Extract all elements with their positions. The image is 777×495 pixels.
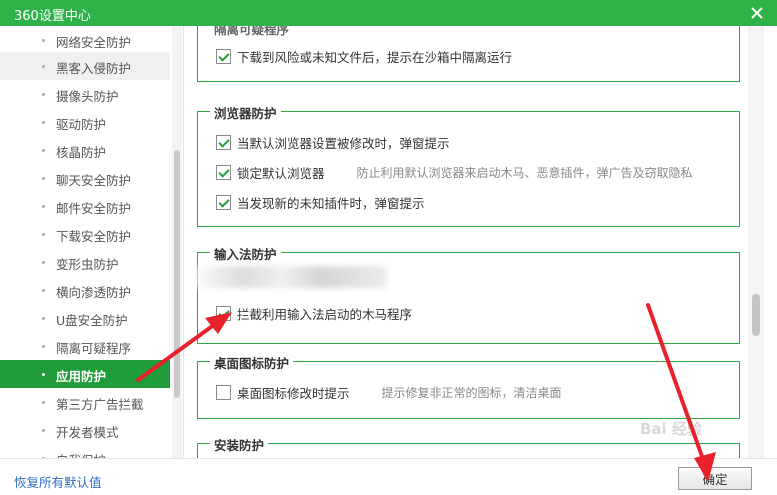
restore-defaults-link[interactable]: 恢复所有默认值 (14, 472, 102, 491)
bullet-icon (42, 233, 45, 236)
sidebar-item-chat[interactable]: 聊天安全防护 (0, 164, 170, 192)
option-label: 当发现新的未知插件时，弹窗提示 (237, 195, 425, 211)
sidebar-item-download[interactable]: 下载安全防护 (0, 220, 170, 248)
option-hint: 提示修复非正常的图标，清洁桌面 (381, 385, 562, 400)
sidebar-item-label: 邮件安全防护 (56, 201, 132, 216)
sidebar-item-isolate[interactable]: 隔离可疑程序 (0, 332, 170, 360)
ok-button[interactable]: 确定 (678, 467, 752, 490)
sidebar-item-self-protect[interactable]: 自我保护 (0, 444, 170, 458)
sidebar: 网络安全防护 黑客入侵防护 摄像头防护 驱动防护 核晶防护 聊天安全防护 邮件安… (0, 26, 184, 458)
group-title: 安装防护 (210, 435, 269, 454)
group-title: 桌面图标防护 (210, 353, 294, 372)
sidebar-item-label: 驱动防护 (56, 117, 107, 132)
bullet-icon (42, 149, 45, 152)
option-label: 锁定默认浏览器 (237, 165, 325, 181)
option-browser-modified-prompt[interactable]: 当默认浏览器设置被修改时，弹窗提示 (216, 133, 450, 151)
sidebar-item-usb[interactable]: U盘安全防护 (0, 304, 170, 332)
bullet-icon (42, 65, 45, 68)
sidebar-item-label: 开发者模式 (56, 425, 119, 440)
sidebar-item-camera[interactable]: 摄像头防护 (0, 80, 170, 108)
checkbox[interactable] (216, 194, 231, 210)
sidebar-item-network[interactable]: 网络安全防护 (0, 26, 170, 54)
sidebar-item-ad-block[interactable]: 第三方广告拦截 (0, 388, 170, 416)
group-isolate: 隔离可疑程序 下载到风险或未知文件后，提示在沙箱中隔离运行 (197, 26, 740, 82)
sidebar-item-lateral[interactable]: 横向渗透防护 (0, 276, 170, 304)
group-title: 隔离可疑程序 (210, 26, 294, 38)
content-scroll-thumb[interactable] (752, 294, 760, 336)
sidebar-item-label: U盘安全防护 (56, 313, 128, 328)
watermark: Bai 经验 (640, 420, 702, 438)
sidebar-item-label: 第三方广告拦截 (56, 397, 144, 412)
sidebar-item-label: 黑客入侵防护 (56, 61, 132, 76)
option-block-ime-trojan[interactable]: 拦截利用输入法启动的木马程序 (216, 304, 412, 322)
sidebar-item-label: 应用防护 (56, 369, 107, 384)
content-scrollbar[interactable] (748, 26, 764, 458)
group-desktop-icons: 桌面图标防护 桌面图标修改时提示 提示修复非正常的图标，清洁桌面 (197, 353, 740, 419)
option-lock-default-browser[interactable]: 锁定默认浏览器 防止利用默认浏览器来启动木马、恶意插件，弹广告及窃取隐私 (216, 163, 693, 181)
bullet-icon (42, 345, 45, 348)
sidebar-item-hacker[interactable]: 黑客入侵防护 (0, 52, 170, 80)
sidebar-item-label: 摄像头防护 (56, 89, 119, 104)
title-bar: 360设置中心 (0, 0, 777, 26)
bullet-icon (42, 429, 45, 432)
settings-content: 隔离可疑程序 下载到风险或未知文件后，提示在沙箱中隔离运行 浏览器防护 当默认浏… (185, 26, 777, 458)
bullet-icon (42, 317, 45, 320)
sidebar-item-label: 网络安全防护 (56, 35, 132, 50)
option-hint: 防止利用默认浏览器来启动木马、恶意插件，弹广告及窃取隐私 (356, 165, 693, 180)
bullet-icon (42, 205, 45, 208)
option-unknown-plugin-prompt[interactable]: 当发现新的未知插件时，弹窗提示 (216, 193, 425, 211)
option-sandbox-prompt[interactable]: 下载到风险或未知文件后，提示在沙箱中隔离运行 (216, 47, 512, 65)
sidebar-item-label: 自我保护 (56, 450, 106, 458)
option-desktop-icon-prompt[interactable]: 桌面图标修改时提示 提示修复非正常的图标，清洁桌面 (216, 383, 562, 401)
sidebar-item-amoeba[interactable]: 变形虫防护 (0, 248, 170, 276)
option-label: 当默认浏览器设置被修改时，弹窗提示 (237, 135, 450, 151)
bullet-icon (42, 261, 45, 264)
option-label: 拦截利用输入法启动的木马程序 (237, 306, 413, 322)
group-browser: 浏览器防护 当默认浏览器设置被修改时，弹窗提示 锁定默认浏览器 防止利用默认浏览… (197, 103, 740, 227)
checkbox[interactable] (216, 164, 231, 180)
blurred-region (197, 266, 387, 288)
sidebar-item-label: 核晶防护 (56, 145, 107, 160)
group-install: 安装防护 (197, 435, 740, 458)
close-icon[interactable] (747, 3, 767, 23)
sidebar-item-mail[interactable]: 邮件安全防护 (0, 192, 170, 220)
sidebar-item-driver[interactable]: 驱动防护 (0, 108, 170, 136)
option-label: 下载到风险或未知文件后，提示在沙箱中隔离运行 (237, 49, 513, 65)
bullet-icon (42, 289, 45, 292)
footer: 恢复所有默认值 确定 (0, 458, 777, 495)
group-title: 浏览器防护 (210, 103, 281, 122)
bullet-icon (42, 177, 45, 180)
sidebar-item-developer[interactable]: 开发者模式 (0, 416, 170, 444)
checkbox[interactable] (216, 305, 231, 321)
checkbox[interactable] (216, 48, 231, 64)
option-label: 桌面图标修改时提示 (237, 385, 350, 401)
sidebar-item-label: 隔离可疑程序 (56, 341, 132, 356)
sidebar-item-label: 变形虫防护 (56, 257, 119, 272)
sidebar-scrollbar[interactable] (172, 26, 182, 458)
bullet-icon (42, 373, 45, 376)
sidebar-scroll-thumb[interactable] (174, 150, 180, 398)
sidebar-item-label: 下载安全防护 (56, 229, 132, 244)
sidebar-item-app-protect[interactable]: 应用防护 (0, 360, 170, 388)
sidebar-item-core-crystal[interactable]: 核晶防护 (0, 136, 170, 164)
checkbox[interactable] (216, 134, 231, 150)
bullet-icon (42, 401, 45, 404)
window-title: 360设置中心 (14, 9, 91, 24)
bullet-icon (42, 39, 45, 42)
sidebar-item-label: 横向渗透防护 (56, 285, 132, 300)
group-title: 输入法防护 (210, 244, 281, 263)
sidebar-item-label: 聊天安全防护 (56, 173, 132, 188)
bullet-icon (42, 121, 45, 124)
checkbox[interactable] (216, 384, 231, 400)
bullet-icon (42, 93, 45, 96)
